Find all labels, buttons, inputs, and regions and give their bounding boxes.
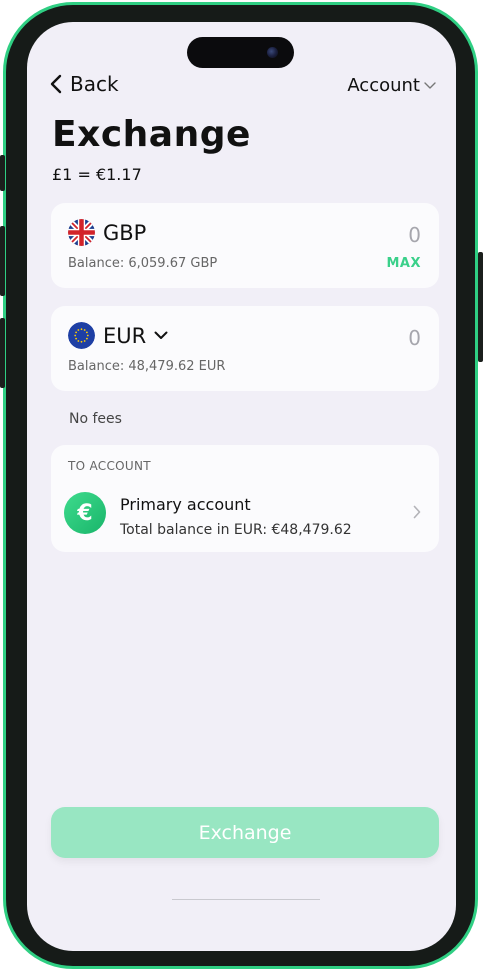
chevron-left-icon — [50, 74, 62, 94]
page-title: Exchange — [52, 114, 251, 155]
eu-flag-icon — [68, 322, 95, 349]
dynamic-island — [187, 37, 294, 68]
to-account-card[interactable]: TO ACCOUNT € Primary account Total balan… — [51, 445, 439, 552]
side-button — [0, 226, 5, 296]
back-button[interactable]: Back — [50, 72, 119, 96]
uk-flag-icon — [68, 219, 95, 246]
from-balance: Balance: 6,059.67 GBP — [68, 256, 218, 271]
account-name: Primary account — [120, 495, 251, 514]
account-dropdown[interactable]: Account — [347, 75, 436, 96]
chevron-right-icon — [413, 505, 421, 519]
to-balance: Balance: 48,479.62 EUR — [68, 359, 226, 374]
chevron-down-icon — [424, 81, 436, 89]
side-button — [0, 155, 5, 191]
exchange-button[interactable]: Exchange — [51, 807, 439, 858]
home-indicator — [172, 899, 320, 900]
app-screen: Back Account Exchange £1 = €1.17 GBP 0 B… — [27, 22, 456, 951]
to-account-section-label: TO ACCOUNT — [68, 459, 151, 473]
to-currency-card[interactable]: EUR 0 Balance: 48,479.62 EUR — [51, 306, 439, 391]
exchange-rate: £1 = €1.17 — [52, 165, 142, 184]
from-currency-selector[interactable]: GBP — [68, 219, 146, 246]
account-balance: Total balance in EUR: €48,479.62 — [120, 522, 352, 538]
side-button — [478, 252, 483, 362]
side-button — [0, 318, 5, 388]
fees-note: No fees — [69, 411, 122, 427]
back-label: Back — [70, 72, 119, 96]
max-button[interactable]: MAX — [386, 256, 421, 271]
euro-account-icon: € — [64, 492, 106, 534]
from-currency-card[interactable]: GBP 0 Balance: 6,059.67 GBP MAX — [51, 203, 439, 288]
camera-icon — [267, 47, 278, 58]
to-amount-input[interactable]: 0 — [408, 326, 421, 350]
account-label: Account — [347, 75, 420, 96]
from-amount-input[interactable]: 0 — [408, 223, 421, 247]
to-currency-selector[interactable]: EUR — [68, 322, 168, 349]
chevron-down-icon — [154, 331, 168, 339]
from-currency-code: GBP — [103, 220, 147, 245]
to-currency-code: EUR — [103, 323, 147, 348]
